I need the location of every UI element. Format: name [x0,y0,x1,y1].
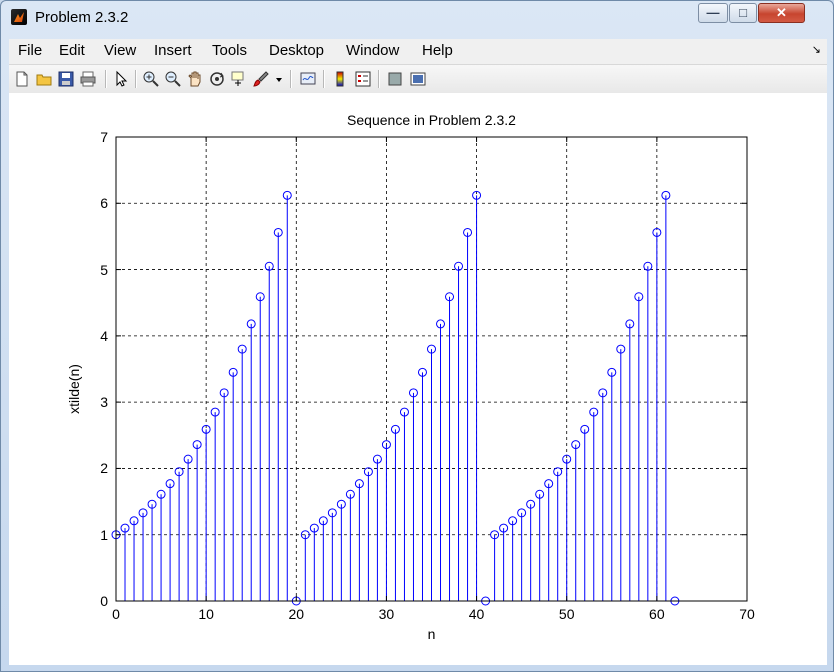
close-icon: ✕ [776,5,787,20]
x-tick-label: 60 [649,606,665,622]
minimize-button[interactable]: — [698,3,728,23]
pan-hand-icon[interactable] [186,70,204,88]
menu-desktop[interactable]: Desktop [269,42,324,59]
toolbar-separator [105,70,107,88]
y-tick-label: 7 [100,129,108,145]
y-tick-label: 5 [100,261,108,278]
figure-window: Problem 2.3.2 — □ ✕ File Edit View Inser… [0,0,834,672]
figure-toolbar [9,65,827,94]
figure-canvas: Sequence in Problem 2.3.2 n xtilde(n) 01… [9,93,827,665]
y-tick-label: 1 [100,526,108,543]
print-icon[interactable] [79,70,97,88]
rotate-3d-icon[interactable] [208,70,226,88]
matlab-logo-icon [11,9,27,25]
toolbar-separator [290,70,292,88]
x-tick-label: 20 [288,606,305,622]
data-cursor-icon[interactable] [230,70,248,88]
pointer-arrow-icon[interactable] [112,70,130,88]
toolbar-separator [378,70,380,88]
window-title: Problem 2.3.2 [35,9,129,26]
maximize-button[interactable]: □ [729,3,757,23]
menu-help[interactable]: Help [422,42,453,59]
x-tick-label: 50 [558,606,575,622]
menu-file[interactable]: File [18,42,42,59]
zoom-in-icon[interactable] [142,70,160,88]
brush-icon[interactable] [252,70,270,88]
y-tick-label: 2 [100,460,108,477]
chart-title: Sequence in Problem 2.3.2 [347,112,516,128]
new-figure-icon[interactable] [13,70,31,88]
x-axis-label: n [427,626,436,642]
maximize-icon: □ [739,5,747,20]
legend-icon[interactable] [354,70,372,88]
minimize-icon: — [706,5,720,20]
link-plot-icon[interactable] [299,70,317,88]
y-tick-label: 0 [100,593,108,609]
stem-plot[interactable] [9,93,827,665]
x-tick-label: 40 [468,606,485,622]
x-tick-label: 30 [378,606,395,622]
colorbar-icon[interactable] [331,70,349,88]
menu-insert[interactable]: Insert [154,42,192,59]
menu-edit[interactable]: Edit [59,42,85,59]
toolbar-separator [323,70,325,88]
menu-bar: File Edit View Insert Tools Desktop Wind… [9,39,827,65]
hide-plot-tools-icon[interactable] [386,70,404,88]
dock-arrow-icon[interactable]: ↘ [812,43,821,56]
show-plot-tools-icon[interactable] [409,70,427,88]
y-tick-label: 4 [100,327,108,344]
y-tick-label: 3 [100,394,108,411]
menu-tools[interactable]: Tools [212,42,247,59]
close-button[interactable]: ✕ [758,3,805,23]
y-tick-label: 6 [100,195,108,212]
zoom-out-icon[interactable] [164,70,182,88]
open-file-icon[interactable] [35,70,53,88]
title-bar[interactable]: Problem 2.3.2 — □ ✕ [1,1,833,35]
save-icon[interactable] [57,70,75,88]
x-tick-label: 10 [198,606,214,622]
x-tick-label: 70 [739,606,755,622]
toolbar-separator [135,70,137,88]
menu-window[interactable]: Window [346,42,399,59]
menu-view[interactable]: View [104,42,136,59]
brush-dropdown-icon[interactable] [274,70,284,88]
